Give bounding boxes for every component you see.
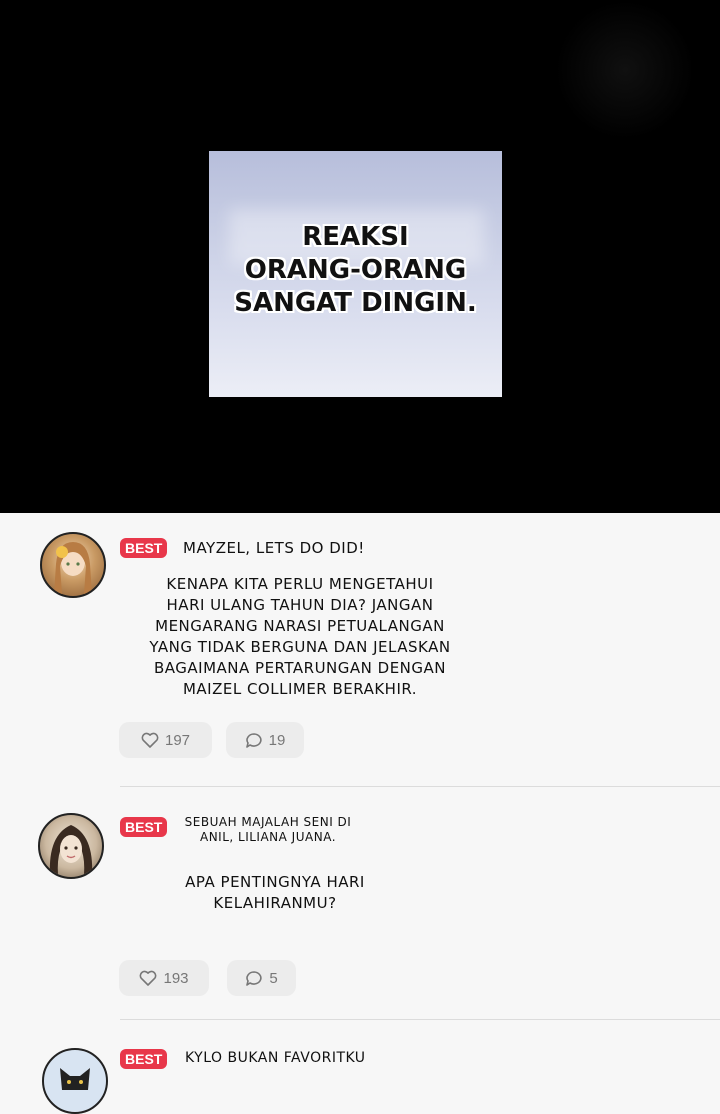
comment-line: APA PENTINGNYA HARI [185,873,365,891]
comic-panel-area: REAKSI ORANG-ORANG SANGAT DINGIN. [0,0,720,513]
comment-body: KENAPA KITA PERLU MENGETAHUI HARI ULANG … [120,574,480,700]
reply-button[interactable]: 5 [227,960,296,996]
narration-line: ORANG-ORANG [244,255,467,285]
author-line: SEBUAH MAJALAH SENI DI [184,815,352,829]
heart-icon [141,732,159,748]
comment-line: HARI ULANG TAHUN DIA? JANGAN [166,596,434,614]
comment-line: KENAPA KITA PERLU MENGETAHUI [166,575,434,593]
comment-line: MENGARANG NARASI PETUALANGAN [155,617,445,635]
best-badge: BEST [120,1049,168,1069]
comment-line: KELAHIRANMU? [213,894,337,912]
comment-item: BEST SEBUAH MAJALAH SENI DI ANIL, LILIAN… [0,788,720,1020]
narration-line: REAKSI [302,222,409,252]
comment-line: BAGAIMANA PERTARUNGAN DENGAN [153,659,446,677]
comment-list: BEST MAYZEL, LETS DO DID! KENAPA KITA PE… [0,513,720,1114]
comment-line: MAIZEL COLLIMER BERAKHIR. [182,680,418,698]
speech-bubble-icon [246,971,262,986]
cat-avatar-icon [60,1068,90,1090]
avatar[interactable] [42,1048,108,1114]
comment-author[interactable]: SEBUAH MAJALAH SENI DI ANIL, LILIANA JUA… [150,815,386,845]
best-badge: BEST [120,538,168,558]
like-count: 193 [163,969,189,987]
avatar[interactable] [40,532,106,598]
heart-icon [140,970,157,986]
like-button[interactable]: 197 [119,722,212,758]
reply-button[interactable]: 19 [226,722,304,758]
avatar[interactable] [38,813,104,879]
avatar-portrait-icon [49,825,93,875]
narration-text: REAKSI ORANG-ORANG SANGAT DINGIN. [209,221,502,320]
speech-bubble-icon [245,733,262,748]
comment-author[interactable]: MAYZEL, LETS DO DID! [183,539,365,557]
avatar-portrait-icon [54,542,92,594]
comment-line: YANG TIDAK BERGUNA DAN JELASKAN [149,638,451,656]
dark-background-figure [555,0,695,140]
narration-line: SANGAT DINGIN. [234,288,477,318]
narration-panel: REAKSI ORANG-ORANG SANGAT DINGIN. [209,151,502,397]
comment-author[interactable]: KYLO BUKAN FAVORITKU [185,1050,366,1066]
comment-divider [120,786,720,787]
reply-count: 19 [268,731,286,749]
author-line: ANIL, LILIANA JUANA. [199,830,337,844]
comment-item: BEST MAYZEL, LETS DO DID! KENAPA KITA PE… [0,513,720,788]
reply-count: 5 [269,969,278,987]
like-count: 197 [164,731,191,749]
like-button[interactable]: 193 [119,960,209,996]
comment-item: BEST KYLO BUKAN FAVORITKU [0,1020,720,1114]
comment-body: APA PENTINGNYA HARI KELAHIRANMU? [150,872,400,914]
